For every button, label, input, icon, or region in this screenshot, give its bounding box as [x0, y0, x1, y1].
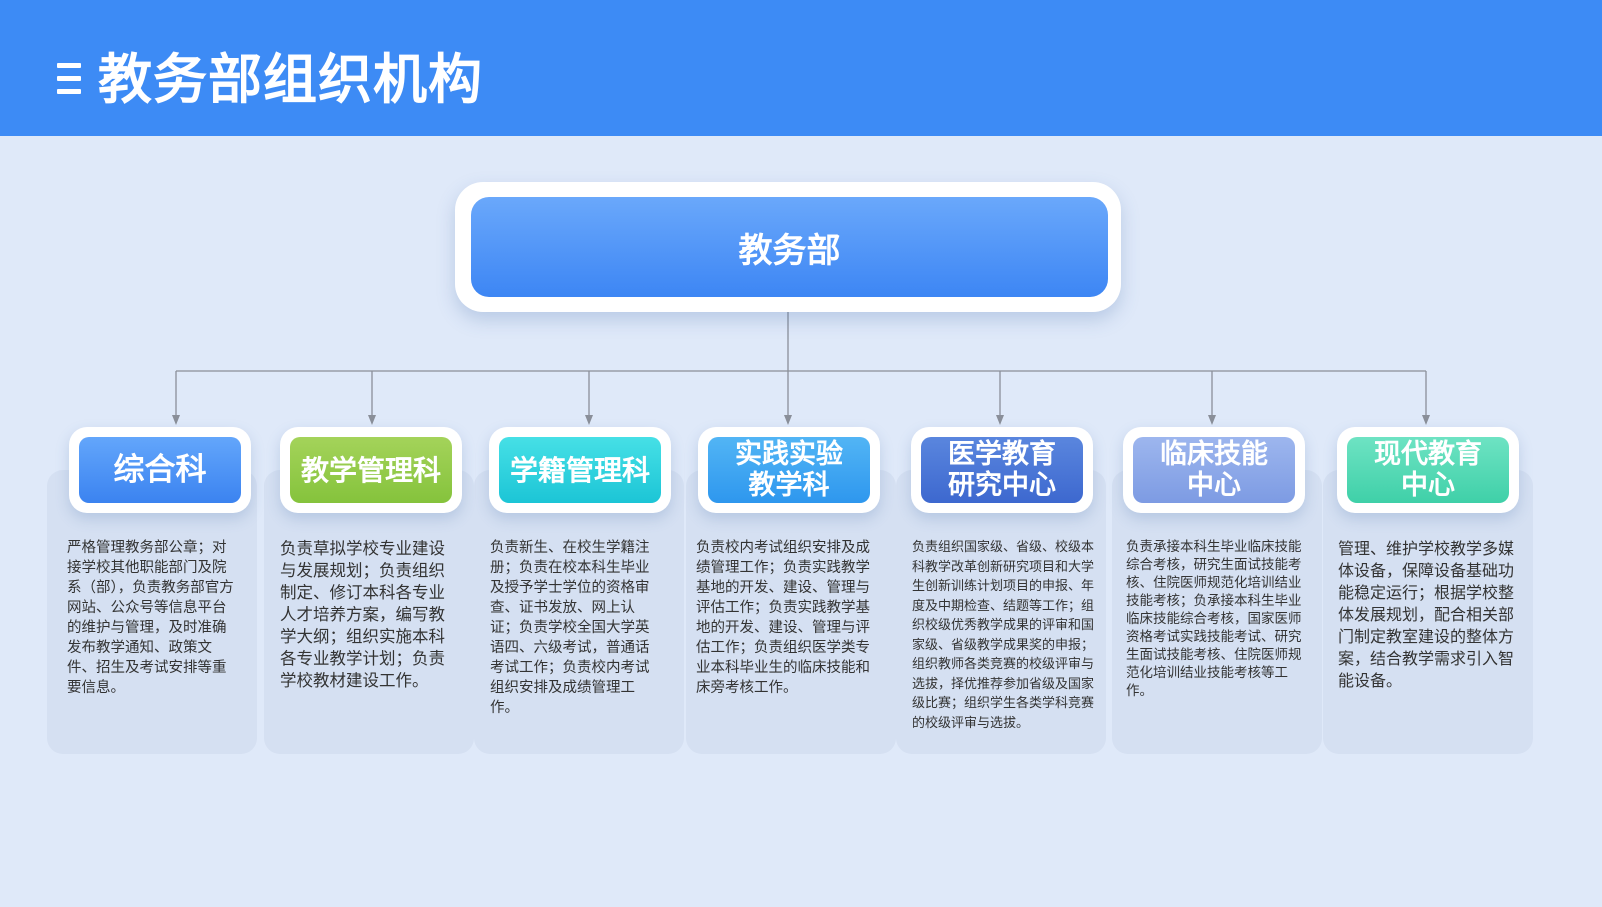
- department-node[interactable]: 综合科: [69, 427, 251, 513]
- department-description: 负责校内考试组织安排及成绩管理工作；负责实践教学基地的开发、建设、管理与评估工作…: [696, 540, 870, 696]
- department-label: 医学教育研究中心: [921, 437, 1083, 503]
- department-description: 负责新生、在校生学籍注册；负责在校本科生毕业及授予学士学位的资格审查、证书发放、…: [490, 540, 650, 716]
- department-label: 现代教育中心: [1347, 437, 1509, 503]
- department-node[interactable]: 医学教育研究中心: [911, 427, 1093, 513]
- department-label: 实践实验教学科: [708, 437, 870, 503]
- department-label: 教学管理科: [290, 437, 452, 503]
- department-description: 负责草拟学校专业建设与发展规划；负责组织制定、修订本科各专业人才培养方案，编写教…: [280, 539, 445, 690]
- department-label: 学籍管理科: [499, 437, 661, 503]
- department-node[interactable]: 现代教育中心: [1337, 427, 1519, 513]
- department-node[interactable]: 临床技能中心: [1123, 427, 1305, 513]
- department-node[interactable]: 教学管理科: [280, 427, 462, 513]
- department-description: 管理、维护学校教学多媒体设备，保障设备基础功能稳定运行；根据学校整体发展规划，配…: [1338, 539, 1515, 690]
- department-description: 负责承接本科生毕业临床技能综合考核，研究生面试技能考核、住院医师规范化培训结业技…: [1126, 539, 1302, 699]
- root-node[interactable]: 教务部: [455, 182, 1121, 312]
- department-label: 临床技能中心: [1133, 437, 1295, 503]
- department-node[interactable]: 实践实验教学科: [698, 427, 880, 513]
- department-description: 严格管理教务部公章；对接学校其他职能部门及院系（部），负责教务部官方网站、公众号…: [67, 540, 234, 696]
- department-description: 负责组织国家级、省级、校级本科教学改革创新研究项目和大学生创新训练计划项目的申报…: [912, 540, 1095, 731]
- department-node[interactable]: 学籍管理科: [489, 427, 671, 513]
- department-label: 综合科: [79, 437, 241, 503]
- root-node-label: 教务部: [471, 197, 1108, 297]
